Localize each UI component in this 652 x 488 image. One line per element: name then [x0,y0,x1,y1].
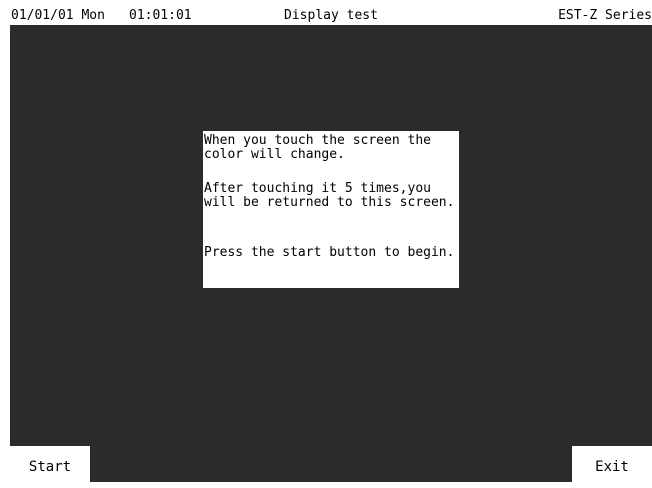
page-title: Display test [284,8,378,23]
brand-label: EST-Z Series [558,8,652,23]
touch-screen[interactable]: 01/01/01 Mon 01:01:01 Display test EST-Z… [10,7,652,482]
exit-button[interactable]: Exit [572,446,652,482]
start-button[interactable]: Start [10,446,90,482]
instruction-text-return: After touching it 5 times,you will be re… [204,181,455,210]
instruction-text-start: Press the start button to begin. [204,245,455,260]
instruction-text-touch: When you touch the screen the color will… [204,133,431,162]
instruction-dialog: When you touch the screen the color will… [203,131,459,288]
status-bar: 01/01/01 Mon 01:01:01 Display test EST-Z… [10,7,652,25]
